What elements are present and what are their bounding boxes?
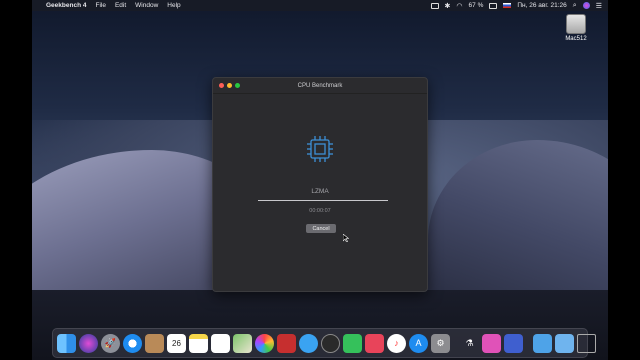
notes-icon[interactable]: [189, 333, 208, 353]
menu-window[interactable]: Window: [135, 2, 158, 9]
appstore-icon[interactable]: A: [409, 333, 428, 353]
window-titlebar[interactable]: CPU Benchmark: [213, 78, 427, 94]
photo-booth-icon[interactable]: [365, 333, 384, 353]
menu-edit[interactable]: Edit: [115, 2, 126, 9]
battery-icon[interactable]: [489, 2, 498, 9]
desktop: Geekbench 4 File Edit Window Help ✱ ◠ 67…: [32, 0, 608, 360]
geekbench-icon[interactable]: [277, 333, 296, 353]
elapsed-time: 00:00:07: [309, 208, 331, 214]
status-area: ✱ ◠ 67 % Пн, 26 авг. 21:26 ⌕ ☰: [430, 2, 602, 10]
notification-center-icon[interactable]: ☰: [596, 2, 602, 10]
wifi-icon[interactable]: ◠: [456, 2, 462, 10]
bluetooth-icon[interactable]: ✱: [445, 2, 451, 10]
cpu-benchmark-window: CPU Benchmark LZMA 00:00:07 Cancel: [212, 77, 428, 292]
battery-percent[interactable]: 67 %: [469, 2, 484, 9]
trash-icon[interactable]: [577, 333, 596, 353]
spotlight-icon[interactable]: ⌕: [573, 2, 577, 10]
safari-icon[interactable]: [123, 333, 142, 353]
news-icon[interactable]: [504, 333, 523, 353]
siri-icon[interactable]: [79, 333, 98, 353]
menu-file[interactable]: File: [95, 2, 105, 9]
scripts-icon[interactable]: ⚗: [460, 334, 479, 353]
siri-menu-icon[interactable]: [582, 2, 590, 9]
current-workload-label: LZMA: [311, 188, 329, 195]
drive-label: Mac512: [565, 36, 587, 42]
reminders-icon[interactable]: [211, 333, 230, 353]
menu-help[interactable]: Help: [167, 2, 180, 9]
menu-bar: Geekbench 4 File Edit Window Help ✱ ◠ 67…: [32, 0, 608, 11]
finder-icon[interactable]: [57, 333, 76, 353]
window-title: CPU Benchmark: [297, 82, 343, 89]
desktop-drive[interactable]: Mac512: [556, 14, 596, 42]
messages-icon[interactable]: [299, 333, 318, 353]
photos-icon[interactable]: [255, 333, 274, 353]
hard-drive-icon[interactable]: [566, 14, 586, 34]
cpu-chip-icon: [307, 136, 333, 162]
launchpad-icon[interactable]: 🚀: [101, 333, 120, 353]
contacts-icon[interactable]: [145, 333, 164, 353]
facetime-video-icon[interactable]: [343, 333, 362, 353]
screenshot-icon[interactable]: [482, 333, 501, 353]
dock: 🚀 26 ♪ A ⚙ ⚗: [52, 328, 596, 358]
settings-icon[interactable]: ⚙: [431, 333, 450, 353]
progress-fill: [258, 200, 388, 201]
downloads-folder-icon[interactable]: [533, 333, 552, 353]
facetime-icon[interactable]: [321, 333, 340, 353]
music-icon[interactable]: ♪: [387, 333, 406, 353]
keyboard-flag-icon[interactable]: [503, 3, 512, 8]
calendar-icon[interactable]: 26: [167, 333, 186, 353]
documents-folder-icon[interactable]: [555, 333, 574, 353]
clock[interactable]: Пн, 26 авг. 21:26: [517, 2, 566, 9]
app-menu[interactable]: Geekbench 4: [46, 2, 86, 9]
maps-icon[interactable]: [233, 333, 252, 353]
cancel-button[interactable]: Cancel: [306, 224, 336, 233]
mouse-cursor-icon: [343, 234, 349, 242]
display-icon[interactable]: [430, 2, 439, 9]
progress-bar: [258, 200, 388, 201]
